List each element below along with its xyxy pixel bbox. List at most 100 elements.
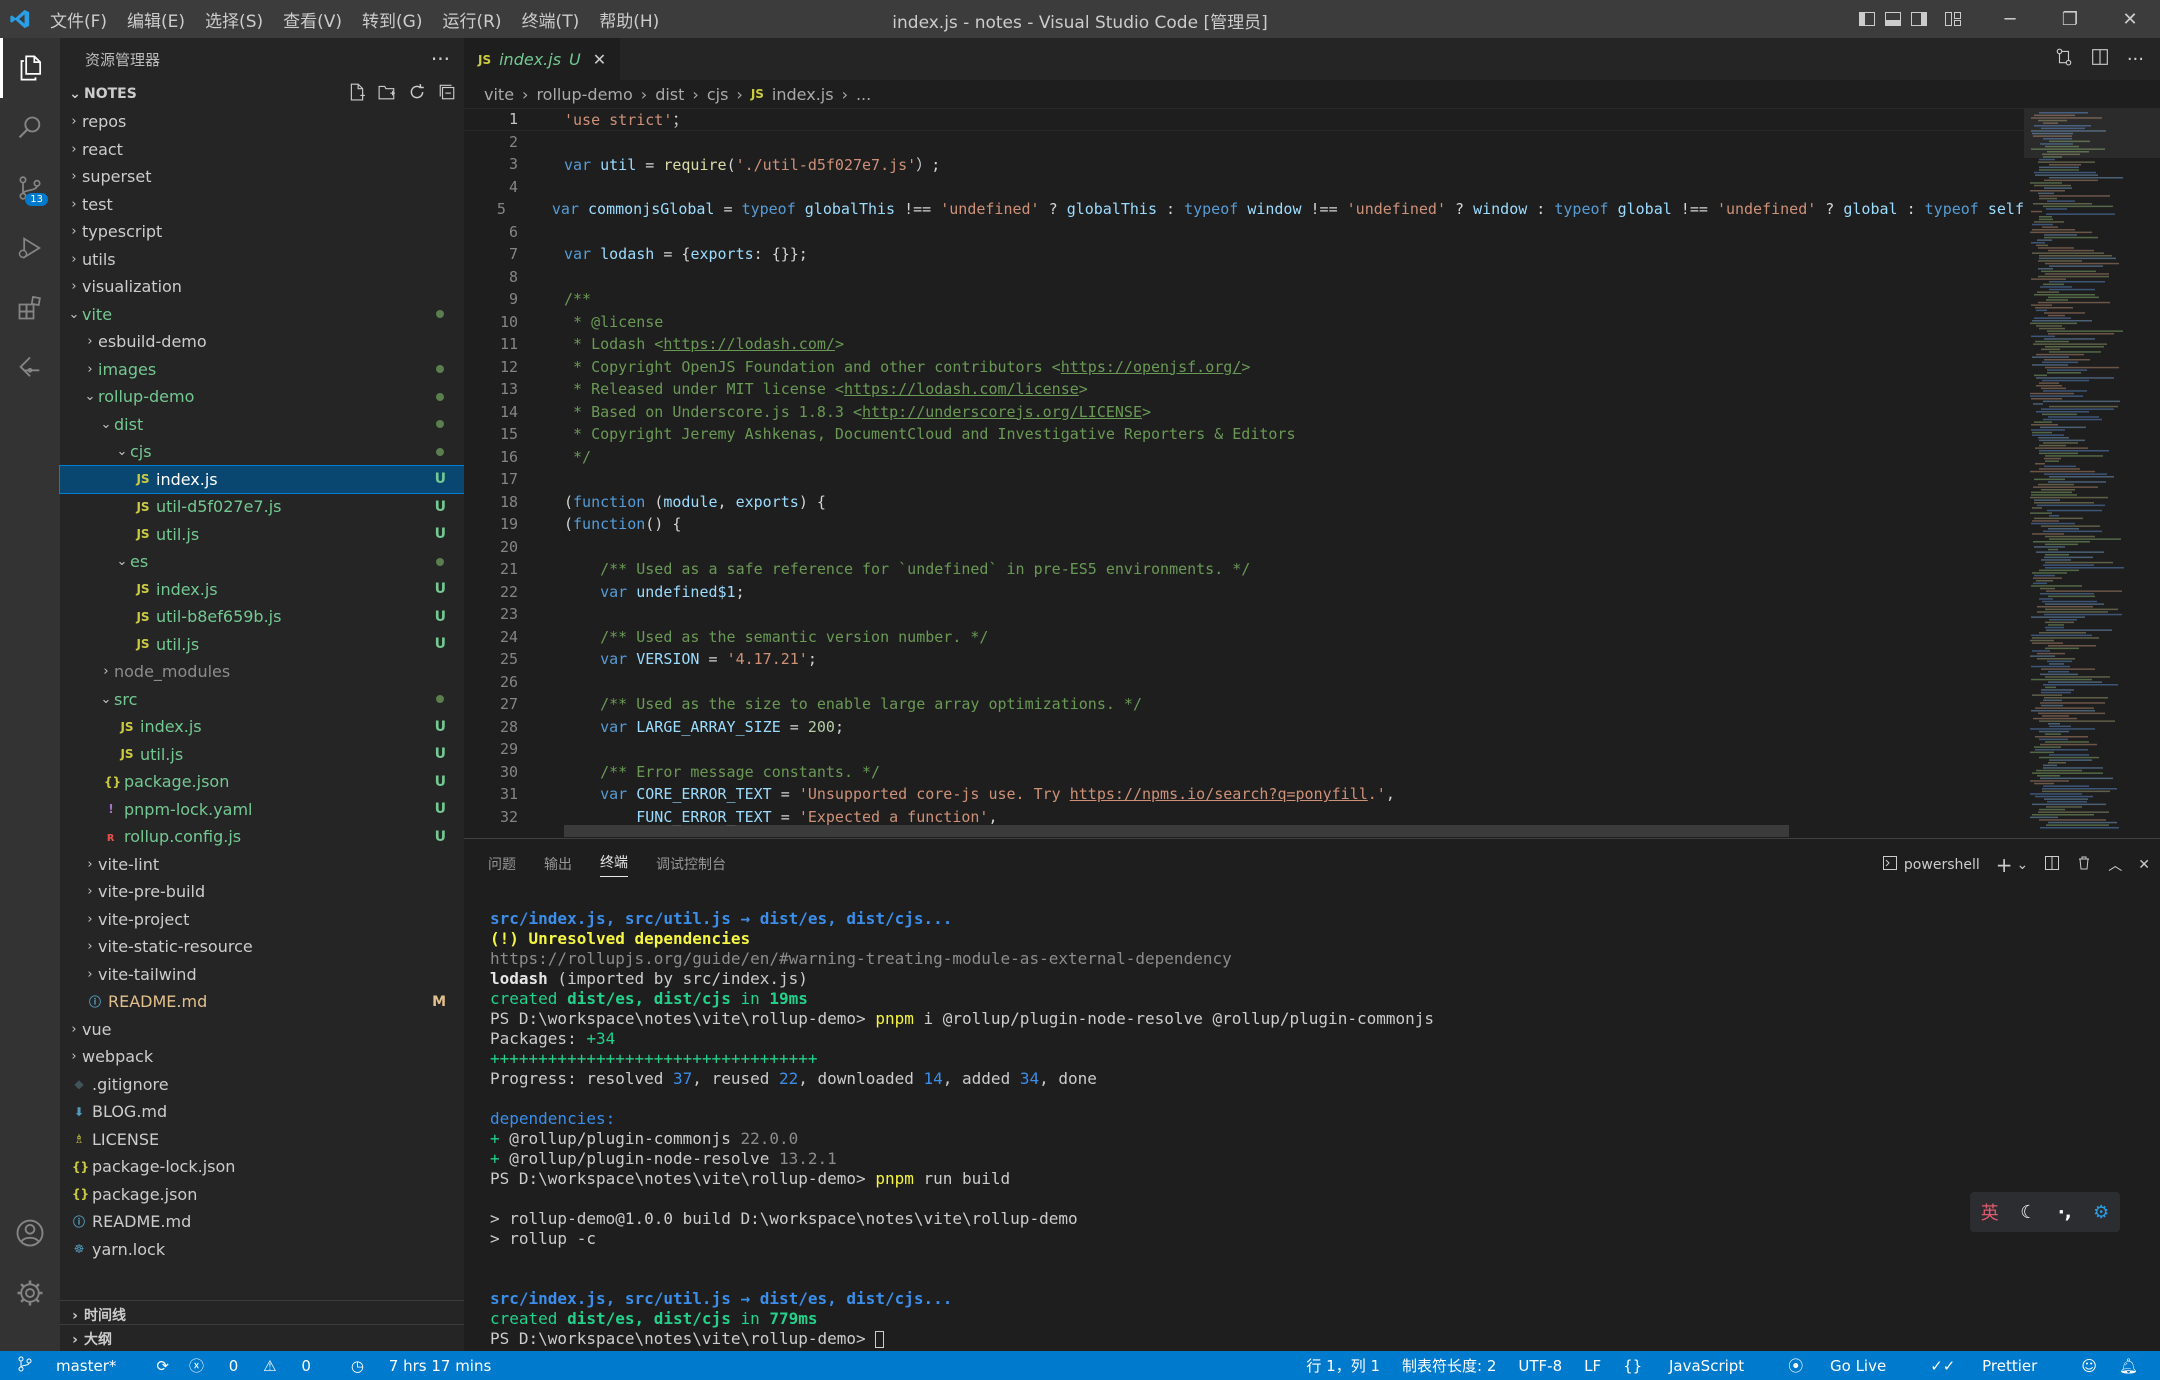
tree-file[interactable]: JS index.js U bbox=[59, 464, 465, 494]
outline-section-header[interactable]: › 大纲 bbox=[60, 1324, 464, 1352]
tree-folder[interactable]: ⌄ es bbox=[60, 548, 464, 576]
tree-folder[interactable]: › node_modules bbox=[60, 658, 464, 686]
more-actions-icon[interactable]: ··· bbox=[431, 47, 450, 71]
tree-file[interactable]: {} package.json bbox=[60, 1181, 464, 1209]
settings-gear-icon[interactable] bbox=[0, 1263, 60, 1323]
menu-terminal[interactable]: 终端(T) bbox=[512, 7, 590, 32]
tree-folder[interactable]: › utils bbox=[60, 246, 464, 274]
breadcrumb-file[interactable]: index.js bbox=[772, 85, 834, 104]
code-editor[interactable]: 1'use strict'； 2 3 var util = require('./ut… bbox=[464, 108, 2024, 838]
notifications-bell-icon[interactable]: 🔔︎ bbox=[2119, 1357, 2138, 1375]
new-terminal-icon[interactable]: + bbox=[1996, 853, 2013, 877]
tree-folder[interactable]: › repos bbox=[60, 108, 464, 136]
new-file-icon[interactable] bbox=[348, 83, 366, 105]
tree-file[interactable]: ◆ .gitignore bbox=[60, 1071, 464, 1099]
remote-explorer-icon[interactable] bbox=[0, 338, 60, 398]
terminal-output[interactable]: src/index.js, src/util.js → dist/es, dis… bbox=[490, 909, 2130, 1349]
tree-file[interactable]: {} package.json U bbox=[60, 768, 464, 796]
ime-lang[interactable]: 英 bbox=[1981, 1199, 1999, 1225]
tree-folder[interactable]: › vite-tailwind bbox=[60, 961, 464, 989]
search-icon[interactable] bbox=[0, 98, 60, 158]
tree-folder[interactable]: › typescript bbox=[60, 218, 464, 246]
tree-folder[interactable]: › test bbox=[60, 191, 464, 219]
tree-file[interactable]: ⓘ README.md M bbox=[60, 988, 464, 1016]
tree-folder[interactable]: › visualization bbox=[60, 273, 464, 301]
tree-folder[interactable]: › webpack bbox=[60, 1043, 464, 1071]
language-mode[interactable]: {} JavaScript bbox=[1623, 1357, 1766, 1375]
tree-folder[interactable]: ⌄ rollup-demo bbox=[60, 383, 464, 411]
split-terminal-icon[interactable] bbox=[2044, 855, 2060, 875]
chevron-down-icon[interactable]: ⌄ bbox=[2017, 857, 2029, 873]
breadcrumb-rollup-demo[interactable]: rollup-demo bbox=[536, 85, 632, 104]
tree-folder[interactable]: › vite-static-resource bbox=[60, 933, 464, 961]
close-panel-icon[interactable]: ✕ bbox=[2138, 857, 2150, 873]
feedback-icon[interactable]: ☺ bbox=[2081, 1357, 2097, 1375]
tab-terminal[interactable]: 终端 bbox=[600, 852, 628, 877]
menu-help[interactable]: 帮助(H) bbox=[589, 7, 669, 32]
tree-file[interactable]: JS index.js U bbox=[60, 713, 464, 741]
menu-file[interactable]: 文件(F) bbox=[40, 7, 117, 32]
extensions-icon[interactable] bbox=[0, 278, 60, 338]
notes-section-header[interactable]: ⌄ NOTES bbox=[60, 80, 464, 108]
sync-icon[interactable]: ⟳ bbox=[156, 1357, 169, 1375]
toggle-sidebar-icon[interactable] bbox=[1854, 0, 1880, 38]
tab-problems[interactable]: 问题 bbox=[488, 854, 516, 874]
breadcrumb-dist[interactable]: dist bbox=[655, 85, 684, 104]
shell-name[interactable]: powershell bbox=[1904, 857, 1980, 873]
tree-file[interactable]: JS index.js U bbox=[60, 576, 464, 604]
accounts-icon[interactable] bbox=[0, 1203, 60, 1263]
tree-folder[interactable]: › vite-project bbox=[60, 906, 464, 934]
horizontal-scrollbar[interactable] bbox=[564, 825, 1789, 837]
branch-item[interactable]: master* bbox=[18, 1356, 136, 1376]
moon-icon[interactable]: ☾ bbox=[2020, 1202, 2036, 1223]
menu-go[interactable]: 转到(G) bbox=[352, 7, 432, 32]
run-debug-icon[interactable] bbox=[0, 218, 60, 278]
problems-item[interactable]: ⓧ 0 ⚠ 0 bbox=[189, 1355, 331, 1376]
menu-run[interactable]: 运行(R) bbox=[432, 7, 511, 32]
collapse-all-icon[interactable] bbox=[438, 83, 456, 105]
tree-file[interactable]: ʀ rollup.config.js U bbox=[60, 823, 464, 851]
tree-folder[interactable]: › vite-lint bbox=[60, 851, 464, 879]
tree-folder[interactable]: ⌄ dist bbox=[60, 411, 464, 439]
close-tab-icon[interactable]: ✕ bbox=[593, 50, 606, 69]
line-ending[interactable]: LF bbox=[1584, 1357, 1601, 1375]
cursor-position[interactable]: 行 1，列 1 bbox=[1306, 1355, 1380, 1376]
refresh-icon[interactable] bbox=[408, 83, 426, 105]
tree-file[interactable]: ⓘ README.md bbox=[60, 1208, 464, 1236]
tree-file[interactable]: JS util.js U bbox=[60, 521, 464, 549]
breadcrumb-vite[interactable]: vite bbox=[484, 85, 514, 104]
trash-icon[interactable] bbox=[2076, 855, 2092, 875]
tree-file[interactable]: JS util.js U bbox=[60, 631, 464, 659]
maximize-panel-icon[interactable]: ︿ bbox=[2108, 855, 2122, 875]
split-editor-icon[interactable] bbox=[2091, 48, 2109, 70]
tab-size[interactable]: 制表符长度: 2 bbox=[1402, 1355, 1496, 1376]
tree-folder[interactable]: › superset bbox=[60, 163, 464, 191]
close-window-button[interactable]: ✕ bbox=[2100, 0, 2160, 38]
tree-folder[interactable]: ⌄ vite bbox=[60, 301, 464, 329]
tab-debug-console[interactable]: 调试控制台 bbox=[656, 854, 726, 874]
encoding[interactable]: UTF-8 bbox=[1518, 1357, 1562, 1375]
gear-icon[interactable]: ⚙ bbox=[2093, 1202, 2109, 1223]
tree-file[interactable]: JS util.js U bbox=[60, 741, 464, 769]
more-actions-icon[interactable]: ··· bbox=[2127, 49, 2144, 70]
prettier-button[interactable]: ✓✓ Prettier bbox=[1930, 1357, 2059, 1375]
tree-folder[interactable]: › images bbox=[60, 356, 464, 384]
new-folder-icon[interactable] bbox=[378, 83, 396, 105]
source-control-icon[interactable]: 13 bbox=[0, 158, 60, 218]
go-live-button[interactable]: ⦿ Go Live bbox=[1788, 1355, 1908, 1376]
explorer-icon[interactable] bbox=[0, 38, 60, 98]
toggle-panel-icon[interactable] bbox=[1880, 0, 1906, 38]
tree-folder[interactable]: › vue bbox=[60, 1016, 464, 1044]
tree-folder[interactable]: ⌄ cjs bbox=[60, 438, 464, 466]
menu-selection[interactable]: 选择(S) bbox=[195, 7, 273, 32]
restore-button[interactable]: ❐ bbox=[2040, 0, 2100, 38]
menu-view[interactable]: 查看(V) bbox=[273, 7, 352, 32]
tree-folder[interactable]: ⌄ src bbox=[60, 686, 464, 714]
tree-folder[interactable]: › react bbox=[60, 136, 464, 164]
tree-file[interactable]: ♗ LICENSE bbox=[60, 1126, 464, 1154]
tree-file[interactable]: {} package-lock.json bbox=[60, 1153, 464, 1181]
minimize-button[interactable]: ─ bbox=[1980, 0, 2040, 38]
tree-file[interactable]: ! pnpm-lock.yaml U bbox=[60, 796, 464, 824]
tree-file[interactable]: JS util-d5f027e7.js U bbox=[60, 493, 464, 521]
tree-file[interactable]: JS util-b8ef659b.js U bbox=[60, 603, 464, 631]
